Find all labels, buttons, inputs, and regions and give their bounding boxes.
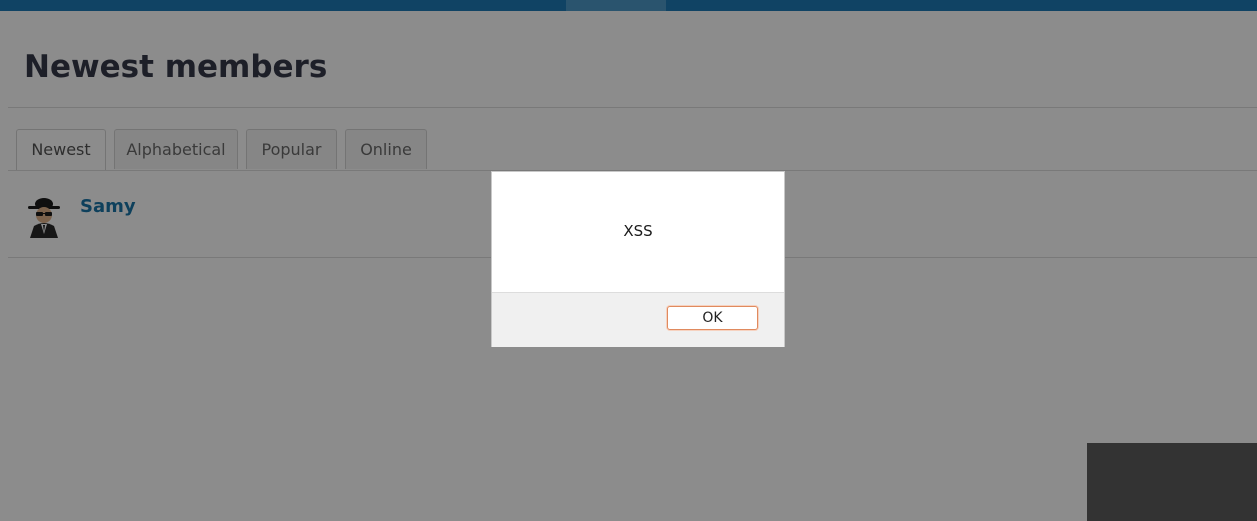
corner-panel <box>1087 443 1257 521</box>
alert-footer: OK <box>492 292 784 347</box>
alert-message: XSS <box>623 222 653 240</box>
alert-dialog: XSS OK <box>491 171 785 347</box>
ok-button[interactable]: OK <box>667 306 758 330</box>
